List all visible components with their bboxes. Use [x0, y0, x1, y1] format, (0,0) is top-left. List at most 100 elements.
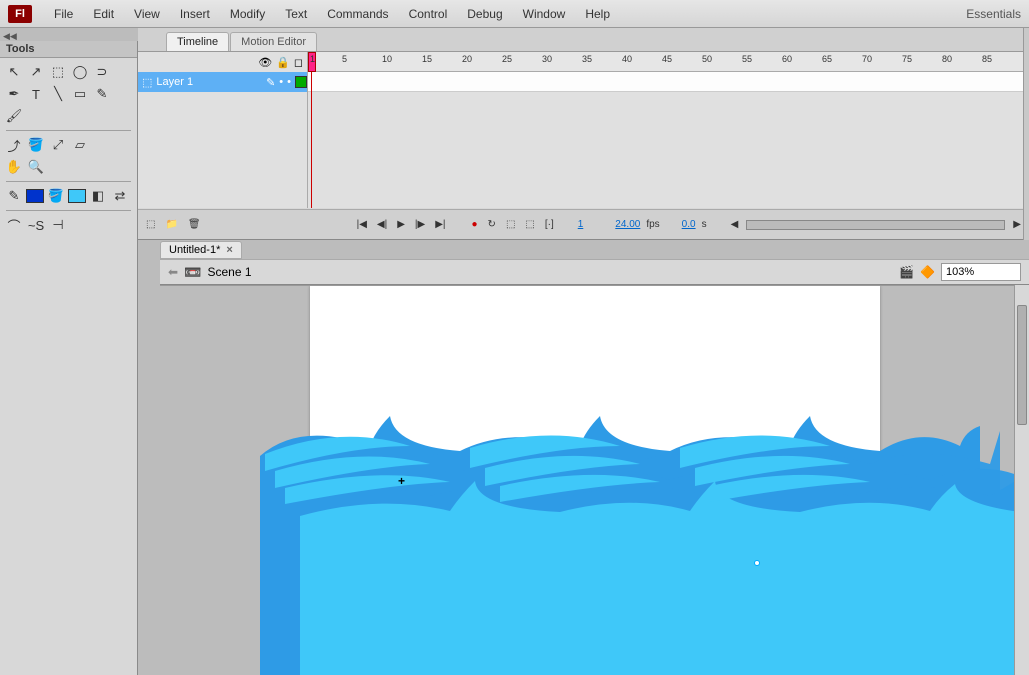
lock-icon[interactable]: 🔒	[276, 56, 290, 69]
fill-swatch[interactable]	[68, 189, 86, 203]
scroll-right-icon[interactable]: ▶	[1011, 219, 1023, 230]
layer-lock-dot[interactable]: •	[287, 76, 291, 88]
modify-markers-icon[interactable]: [·]	[543, 219, 556, 230]
wave-artwork[interactable]	[260, 416, 1029, 675]
tab-timeline[interactable]: Timeline	[166, 32, 229, 51]
selection-tool[interactable]: ↖	[4, 62, 24, 82]
lasso-tool[interactable]: ⊃	[92, 62, 112, 82]
onion-skin-icon[interactable]: ↻	[486, 219, 498, 230]
ruler-tick: 55	[742, 54, 752, 64]
hand-tool[interactable]: ✋	[4, 157, 24, 177]
layer-row[interactable]: ⬚ Layer 1 ✎ • •	[138, 72, 307, 92]
snap-to-icon[interactable]: ⌒	[4, 215, 24, 235]
edit-scene-icon[interactable]: 🎬	[899, 265, 914, 279]
last-frame-icon[interactable]: ▶|	[433, 219, 447, 230]
zoom-input[interactable]: 103%	[941, 263, 1021, 281]
new-layer-icon[interactable]: ⬚	[144, 219, 157, 230]
menu-text[interactable]: Text	[275, 7, 317, 21]
menu-debug[interactable]: Debug	[457, 7, 512, 21]
time-value: 0.0	[682, 219, 696, 230]
scene-bar: ⬅ 📼 Scene 1 🎬 🔶 103%	[160, 259, 1029, 285]
next-frame-icon[interactable]: |▶	[413, 219, 427, 230]
workspace-switcher[interactable]: Essentials	[966, 7, 1029, 21]
default-colors-icon[interactable]: ◧	[88, 186, 108, 206]
menubar: Fl File Edit View Insert Modify Text Com…	[0, 0, 1029, 28]
paint-bucket-tool[interactable]: 🪣	[26, 135, 46, 155]
time-label: s	[702, 219, 707, 230]
fps-value: 24.00	[615, 219, 640, 230]
new-folder-icon[interactable]: 📁	[163, 219, 179, 230]
pencil-tool[interactable]: ✎	[92, 84, 112, 104]
stroke-color-icon[interactable]: ✎	[4, 186, 24, 206]
layers-column: 👁 🔒 ◻ ⬚ Layer 1 ✎ • •	[138, 52, 308, 208]
menu-help[interactable]: Help	[575, 7, 620, 21]
eyedropper-tool[interactable]: ⤢	[48, 135, 68, 155]
menu-control[interactable]: Control	[399, 7, 458, 21]
layer-icon: ⬚	[142, 76, 152, 89]
frames-row[interactable]	[308, 72, 1029, 92]
tab-motion-editor[interactable]: Motion Editor	[230, 32, 317, 51]
play-icon[interactable]: ▶	[395, 219, 407, 230]
onion-outline-icon[interactable]: ⬚	[504, 219, 517, 230]
visibility-icon[interactable]: 👁	[258, 56, 272, 69]
current-frame: 1	[578, 219, 584, 230]
smooth-icon[interactable]: ~S	[26, 215, 46, 235]
menu-commands[interactable]: Commands	[317, 7, 398, 21]
edit-multiple-icon[interactable]: ⬚	[523, 219, 536, 230]
timeline-panel: Timeline Motion Editor 👁 🔒 ◻ ⬚ Layer 1 ✎…	[138, 28, 1029, 240]
layer-vis-dot[interactable]: •	[279, 76, 283, 88]
edit-symbols-icon[interactable]: 🔶	[920, 265, 935, 279]
frame-ruler[interactable]: 1 5 10 15 20 25 30 35 40 45 50 55 60 65 …	[308, 52, 1029, 72]
ruler-tick: 70	[862, 54, 872, 64]
menu-window[interactable]: Window	[513, 7, 576, 21]
menu-insert[interactable]: Insert	[170, 7, 220, 21]
line-tool[interactable]: ╲	[48, 84, 68, 104]
scrollbar-thumb[interactable]	[1017, 305, 1027, 425]
delete-layer-icon[interactable]: 🗑	[186, 219, 203, 230]
playhead-line-ext	[311, 72, 312, 208]
eraser-tool[interactable]: ▱	[70, 135, 90, 155]
app-logo: Fl	[8, 5, 32, 23]
straighten-icon[interactable]: ⊣	[48, 215, 68, 235]
transform-center[interactable]	[754, 560, 760, 566]
menu-file[interactable]: File	[44, 7, 83, 21]
rectangle-tool[interactable]: ▭	[70, 84, 90, 104]
menu-modify[interactable]: Modify	[220, 7, 275, 21]
bone-tool[interactable]: ⤴	[4, 135, 24, 155]
frames-column[interactable]: 1 5 10 15 20 25 30 35 40 45 50 55 60 65 …	[308, 52, 1029, 208]
menu-edit[interactable]: Edit	[83, 7, 124, 21]
text-tool[interactable]: T	[26, 84, 46, 104]
pen-tool[interactable]: ✒	[4, 84, 24, 104]
scene-icon: 📼	[184, 264, 201, 281]
brush-tool[interactable]: 🖌	[4, 106, 24, 126]
fps-label: fps	[646, 219, 659, 230]
close-tab-icon[interactable]: ×	[226, 244, 232, 256]
loop-icon[interactable]: ●	[470, 219, 480, 230]
3d-rotation-tool[interactable]: ◯	[70, 62, 90, 82]
scene-name[interactable]: Scene 1	[208, 265, 252, 279]
ruler-tick: 85	[982, 54, 992, 64]
ruler-tick: 30	[542, 54, 552, 64]
subselection-tool[interactable]: ↗	[26, 62, 46, 82]
scroll-left-icon[interactable]: ◀	[729, 219, 741, 230]
menu-view[interactable]: View	[124, 7, 170, 21]
prev-frame-icon[interactable]: ◀|	[375, 219, 389, 230]
stage-area[interactable]: +	[160, 285, 1029, 675]
ruler-tick: 75	[902, 54, 912, 64]
fill-color-icon[interactable]: 🪣	[46, 186, 66, 206]
document-tab[interactable]: Untitled-1* ×	[160, 241, 242, 259]
tools-header: Tools	[0, 41, 137, 58]
first-frame-icon[interactable]: |◀	[355, 219, 369, 230]
zoom-tool[interactable]: 🔍	[26, 157, 46, 177]
vertical-scrollbar[interactable]	[1014, 285, 1029, 675]
timeline-hscroll[interactable]	[746, 220, 1005, 230]
registration-point: +	[398, 474, 405, 488]
layer-outline-swatch[interactable]	[295, 76, 307, 88]
free-transform-tool[interactable]: ⬚	[48, 62, 68, 82]
swap-colors-icon[interactable]: ⇄	[110, 186, 130, 206]
outline-icon[interactable]: ◻	[294, 56, 303, 69]
back-icon[interactable]: ⬅	[168, 265, 178, 279]
document-tabs: Untitled-1* ×	[160, 240, 242, 260]
stroke-swatch[interactable]	[26, 189, 44, 203]
document-tab-label: Untitled-1*	[169, 244, 220, 256]
